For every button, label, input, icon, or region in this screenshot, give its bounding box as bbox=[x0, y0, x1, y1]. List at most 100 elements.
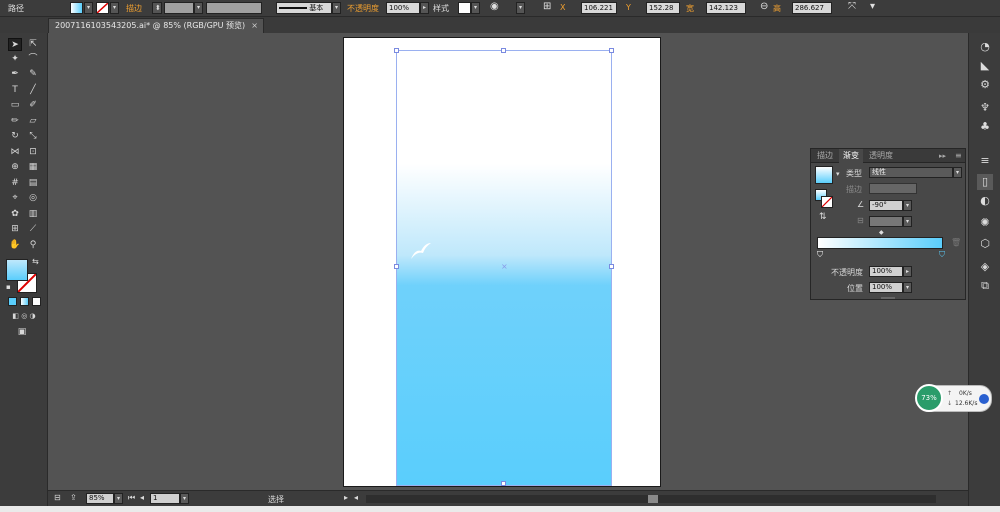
thumbnail-dropdown-icon[interactable]: ▾ bbox=[836, 170, 840, 178]
lasso-tool-icon[interactable]: ⌒ bbox=[26, 53, 40, 66]
brush-dropdown[interactable]: ▾ bbox=[332, 2, 341, 14]
fill-color-icon[interactable] bbox=[6, 259, 28, 281]
share-icon[interactable]: ⇪ bbox=[70, 493, 77, 502]
midpoint-diamond-icon[interactable]: ◆ bbox=[879, 229, 884, 236]
shape-builder-tool-icon[interactable]: ⊕ bbox=[8, 161, 22, 174]
gradient-slider[interactable] bbox=[817, 237, 943, 249]
gradient-type-select[interactable]: 线性 bbox=[869, 167, 953, 178]
gradient-stop-blue[interactable]: ⛉ bbox=[939, 250, 945, 260]
stroke-indicator-icon[interactable] bbox=[821, 196, 833, 208]
eraser-tool-icon[interactable]: ▱ bbox=[26, 115, 40, 128]
height-input[interactable]: 286.627 bbox=[792, 2, 832, 14]
bounding-handle[interactable] bbox=[394, 48, 399, 53]
selection-tool-icon[interactable]: ➤ bbox=[8, 38, 22, 51]
brush-definition[interactable]: 基本 bbox=[276, 2, 332, 14]
panel-menu-icon[interactable]: ≡ bbox=[951, 149, 966, 163]
artboard-dropdown[interactable]: ▾ bbox=[180, 493, 189, 504]
bounding-handle[interactable] bbox=[501, 48, 506, 53]
bounding-handle[interactable] bbox=[394, 264, 399, 269]
bounding-handle[interactable] bbox=[501, 481, 506, 486]
tab-transparency[interactable]: 透明度 bbox=[865, 149, 897, 163]
type-tool-icon[interactable]: T bbox=[8, 84, 22, 97]
slice-tool-icon[interactable]: ⟋ bbox=[26, 223, 40, 236]
gradient-type-dropdown[interactable]: ▾ bbox=[953, 167, 962, 178]
horizontal-scrollbar[interactable] bbox=[366, 495, 936, 503]
stop-opacity-input[interactable]: 100% bbox=[869, 266, 903, 277]
angle-input[interactable]: -90° bbox=[869, 200, 903, 211]
stroke-label[interactable]: 描边 bbox=[126, 3, 142, 14]
network-speed-widget[interactable]: 73% ↑ 0K/s ↓ 12.6K/s bbox=[915, 384, 992, 412]
curvature-tool-icon[interactable]: ✎ bbox=[26, 68, 40, 81]
artboard-tool-icon[interactable]: ⊞ bbox=[8, 223, 22, 236]
artboard[interactable]: × bbox=[343, 37, 661, 487]
tab-gradient[interactable]: 渐变 bbox=[839, 149, 863, 163]
opacity-label[interactable]: 不透明度 bbox=[347, 3, 379, 14]
scroll-left-icon[interactable]: ◂ bbox=[354, 493, 358, 502]
width-tool-icon[interactable]: ⋈ bbox=[8, 146, 22, 159]
delete-stop-icon[interactable]: 🗑 bbox=[951, 238, 961, 247]
gradient-panel-icon[interactable]: ▯ bbox=[977, 174, 993, 190]
direct-selection-tool-icon[interactable]: ⇱ bbox=[26, 38, 40, 51]
close-icon[interactable]: × bbox=[251, 19, 258, 32]
variable-width-profile[interactable] bbox=[206, 2, 262, 14]
scrollbar-thumb[interactable] bbox=[648, 495, 658, 503]
graphic-style-dropdown[interactable]: ▾ bbox=[471, 2, 480, 14]
pencil-tool-icon[interactable]: ✏ bbox=[8, 115, 22, 128]
stroke-weight-input[interactable] bbox=[164, 2, 194, 14]
width-input[interactable]: 142.123 bbox=[706, 2, 746, 14]
rectangle-tool-icon[interactable]: ▭ bbox=[8, 99, 22, 112]
paintbrush-tool-icon[interactable]: ✐ bbox=[26, 99, 40, 112]
symbols-icon[interactable]: ♣ bbox=[977, 119, 993, 135]
navigator-icon[interactable]: ⚙ bbox=[977, 77, 993, 93]
symbol-sprayer-tool-icon[interactable]: ✿ bbox=[8, 208, 22, 221]
y-input[interactable]: 152.28 bbox=[646, 2, 680, 14]
bounding-handle[interactable] bbox=[609, 264, 614, 269]
color-guide-icon[interactable]: ✺ bbox=[977, 215, 993, 231]
status-menu-icon[interactable]: ▸ bbox=[344, 493, 348, 502]
tab-stroke[interactable]: 描边 bbox=[813, 149, 837, 163]
brushes-icon[interactable]: ♆ bbox=[977, 100, 993, 116]
gradient-mode-icon[interactable] bbox=[20, 297, 29, 306]
reverse-gradient-icon[interactable]: ⇅ bbox=[819, 212, 827, 222]
swatches-icon[interactable]: ⬡ bbox=[977, 236, 993, 252]
gradient-tool-icon[interactable]: ▤ bbox=[26, 177, 40, 190]
stroke-panel-icon[interactable]: ≡ bbox=[977, 153, 993, 169]
mesh-tool-icon[interactable]: # bbox=[8, 177, 22, 190]
back-artboard-icon[interactable]: ◂ bbox=[140, 493, 144, 502]
transparency-panel-icon[interactable]: ◐ bbox=[977, 193, 993, 209]
appearance-icon[interactable]: ◔ bbox=[977, 39, 993, 55]
bounding-handle[interactable] bbox=[609, 48, 614, 53]
angle-dropdown[interactable]: ▾ bbox=[903, 200, 912, 211]
opacity-input[interactable]: 100% bbox=[386, 2, 420, 14]
free-transform-tool-icon[interactable]: ⊡ bbox=[26, 146, 40, 159]
align-dropdown[interactable]: ▾ bbox=[516, 2, 525, 14]
magic-wand-tool-icon[interactable]: ✦ bbox=[8, 53, 22, 66]
reference-point-icon[interactable]: ⊞ bbox=[543, 1, 551, 12]
draw-mode-icon[interactable]: ◧ ◎ ◑ bbox=[6, 310, 42, 323]
blend-tool-icon[interactable]: ◎ bbox=[26, 192, 40, 205]
recolor-icon[interactable]: ◉ bbox=[490, 1, 499, 12]
perspective-grid-tool-icon[interactable]: ▦ bbox=[26, 161, 40, 174]
screen-mode-icon[interactable]: ▣ bbox=[15, 326, 29, 339]
transform-icon[interactable]: ⤧ bbox=[848, 1, 856, 12]
stroke-weight-stepper[interactable]: ⬍ bbox=[152, 2, 162, 14]
artboard-number-input[interactable]: 1 bbox=[150, 493, 180, 504]
scale-tool-icon[interactable]: ⤡ bbox=[26, 130, 40, 143]
eyedropper-tool-icon[interactable]: ⌖ bbox=[8, 192, 22, 205]
line-tool-icon[interactable]: ╱ bbox=[26, 84, 40, 97]
graphic-style-swatch[interactable] bbox=[458, 2, 471, 14]
collapse-panel-icon[interactable]: ▸▸ bbox=[935, 149, 950, 163]
artboard-nav-first-icon[interactable]: ⊟ bbox=[54, 493, 61, 502]
zoom-tool-icon[interactable]: ⚲ bbox=[26, 239, 40, 252]
none-mode-icon[interactable] bbox=[32, 297, 41, 306]
graphic-styles-icon[interactable]: ◣ bbox=[977, 58, 993, 74]
opacity-dropdown[interactable]: ▸ bbox=[420, 2, 429, 14]
stop-opacity-dropdown[interactable]: ▸ bbox=[903, 266, 912, 277]
isolate-icon[interactable]: ▾ bbox=[870, 1, 875, 12]
x-input[interactable]: 106.221 bbox=[581, 2, 617, 14]
gradient-rectangle[interactable]: × bbox=[396, 50, 612, 486]
fill-dropdown[interactable]: ▾ bbox=[84, 2, 93, 14]
default-colors-icon[interactable]: ▪ bbox=[6, 283, 11, 291]
gradient-thumbnail[interactable] bbox=[815, 166, 833, 184]
stroke-swatch[interactable] bbox=[96, 2, 109, 14]
